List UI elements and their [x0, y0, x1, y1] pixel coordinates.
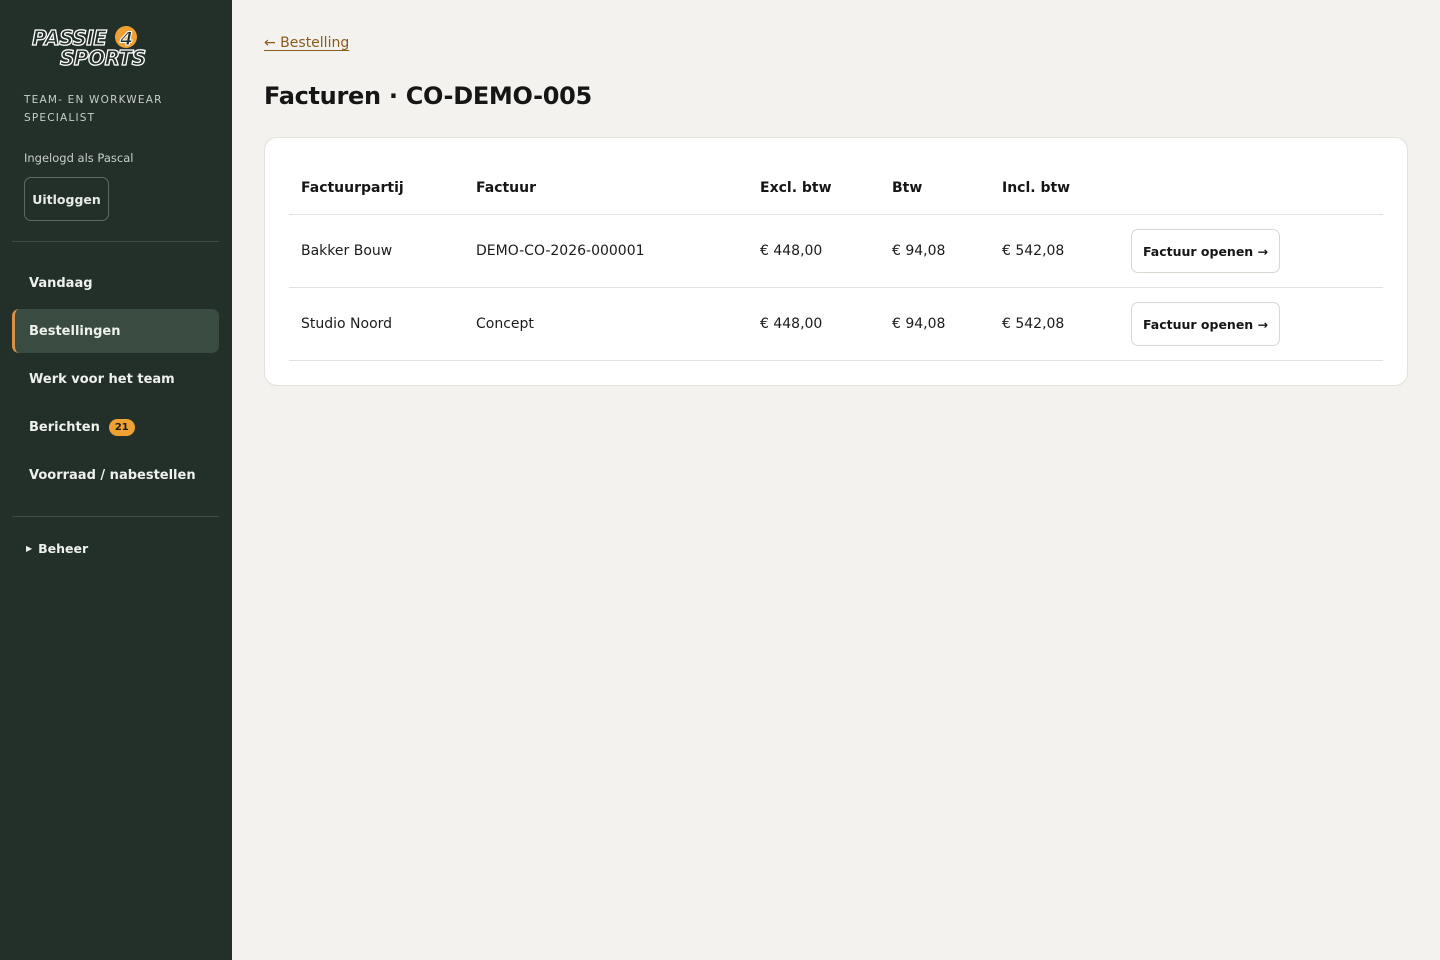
back-to-order-link[interactable]: ← Bestelling — [264, 35, 349, 51]
sidebar-item-berichten[interactable]: Berichten 21 — [12, 405, 219, 449]
open-invoice-button[interactable]: Factuur openen → — [1131, 229, 1280, 273]
cell-vat: € 94,08 — [892, 316, 946, 332]
column-header-invoice: Factuur — [476, 180, 537, 196]
sidebar-item-vandaag[interactable]: Vandaag — [12, 261, 219, 305]
cell-invoice-number: DEMO-CO-2026-000001 — [476, 243, 645, 259]
column-header-incl-vat: Incl. btw — [1002, 180, 1071, 196]
sidebar-item-label: Berichten — [29, 419, 100, 435]
column-header-party: Factuurpartij — [301, 180, 404, 196]
column-header-vat: Btw — [892, 180, 923, 196]
page-title: Facturen · CO-DEMO-005 — [264, 82, 592, 110]
sidebar-item-werk-voor-het-team[interactable]: Werk voor het team — [12, 357, 219, 401]
sidebar: PASSIE 4 SPORTS TEAM- EN WORKWEAR SPECIA… — [0, 0, 232, 960]
column-header-excl-vat: Excl. btw — [760, 180, 832, 196]
cell-excl-vat: € 448,00 — [760, 243, 823, 259]
sidebar-item-bestellingen[interactable]: Bestellingen — [12, 309, 219, 353]
sidebar-divider — [12, 241, 219, 242]
table-row-divider — [289, 287, 1383, 288]
caret-right-icon: ▶ — [26, 543, 33, 553]
cell-party: Bakker Bouw — [301, 243, 393, 259]
sidebar-divider — [12, 516, 219, 517]
logged-in-label: Ingelogd als Pascal — [24, 151, 134, 165]
open-invoice-button[interactable]: Factuur openen → — [1131, 302, 1280, 346]
beheer-toggle[interactable]: ▶ Beheer — [26, 539, 88, 557]
sidebar-item-label: Voorraad / nabestellen — [29, 467, 196, 483]
cell-excl-vat: € 448,00 — [760, 316, 823, 332]
cell-incl-vat: € 542,08 — [1002, 316, 1065, 332]
sidebar-item-label: Bestellingen — [29, 323, 121, 339]
logout-button[interactable]: Uitloggen — [24, 177, 109, 221]
cell-vat: € 94,08 — [892, 243, 946, 259]
sidebar-item-voorraad[interactable]: Voorraad / nabestellen — [12, 453, 219, 497]
sidebar-item-label: Vandaag — [29, 275, 93, 291]
cell-invoice-number: Concept — [476, 316, 534, 332]
unread-count-badge: 21 — [108, 418, 135, 436]
logo-text-line2: SPORTS — [60, 46, 146, 68]
beheer-label: Beheer — [38, 540, 89, 556]
cell-party: Studio Noord — [301, 316, 393, 332]
sidebar-item-label: Werk voor het team — [29, 371, 175, 387]
table-header-divider — [289, 214, 1383, 215]
table-row-divider — [289, 360, 1383, 361]
cell-incl-vat: € 542,08 — [1002, 243, 1065, 259]
brand-tagline: TEAM- EN WORKWEAR SPECIALIST — [24, 94, 163, 124]
brand-logo[interactable]: PASSIE 4 SPORTS — [30, 26, 170, 68]
